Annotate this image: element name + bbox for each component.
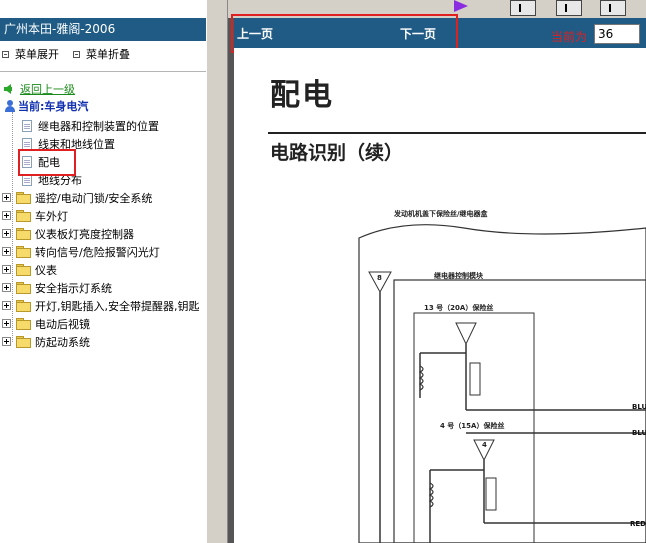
expand-plus-icon[interactable] (2, 211, 11, 220)
tree-item-label: 仪表板灯亮度控制器 (35, 227, 134, 241)
tree-folder-item[interactable]: 仪表 (0, 261, 57, 278)
flag-icon (454, 0, 468, 12)
tree-item-label: 继电器和控制装置的位置 (38, 119, 159, 133)
expand-plus-icon[interactable] (2, 319, 11, 328)
folder-icon (16, 228, 31, 240)
tree-doc-item[interactable]: 继电器和控制装置的位置 (0, 117, 159, 134)
current-page-label: 当前为 (551, 30, 588, 44)
tree-folder-item[interactable]: 遥控/电动门锁/安全系统 (0, 189, 152, 206)
user-icon (4, 99, 16, 113)
wire-label-blu-2: BLU (632, 429, 646, 437)
tree-item-label: 转向信号/危险报警闪光灯 (35, 245, 160, 259)
wire-label-blu-1: BLU (632, 403, 646, 411)
back-link-label: 返回上一级 (20, 83, 75, 96)
fuse-13-label: 13 号（20A）保险丝 (424, 303, 493, 312)
menu-expand-button[interactable]: 菜单展开 (2, 46, 59, 62)
tree-folder-item[interactable]: 电动后视镜 (0, 315, 90, 332)
expand-plus-icon[interactable] (2, 193, 11, 202)
left-tree-panel: 广州本田-雅阁-2006 菜单展开 菜单折叠 返回上一级 当前:车身电汽 继电器… (0, 0, 206, 543)
folder-icon (16, 336, 31, 348)
back-arrow-icon (4, 84, 12, 94)
fuse-box-title: 发动机机盖下保险丝/继电器盒 (393, 209, 489, 218)
expand-plus-icon[interactable] (2, 337, 11, 346)
panel-title: 广州本田-雅阁-2006 (0, 18, 206, 41)
menu-collapse-label: 菜单折叠 (86, 48, 130, 61)
tree-item-label: 安全指示灯系统 (35, 281, 112, 295)
relay-switch (485, 477, 497, 511)
expand-plus-icon[interactable] (2, 229, 11, 238)
menu-expand-label: 菜单展开 (15, 48, 59, 61)
marker-8-label: 8 (377, 274, 382, 282)
wire-label-red: RED (630, 520, 646, 528)
document-icon (22, 119, 32, 132)
relay-module-label: 继电器控制模块 (434, 271, 484, 280)
fuse-box-outline (358, 224, 646, 543)
folder-icon (16, 246, 31, 258)
first-page-icon[interactable] (510, 0, 536, 16)
folder-icon (16, 192, 31, 204)
tree-item-label: 车外灯 (35, 209, 68, 223)
menu-toolbar: 菜单展开 菜单折叠 (2, 46, 130, 62)
fuse-symbol (455, 322, 477, 346)
back-link[interactable]: 返回上一级 (4, 81, 75, 97)
relay-module-box (393, 279, 646, 543)
tree-item-label: 仪表 (35, 263, 57, 277)
document-icon (22, 137, 32, 150)
fit-page-icon[interactable] (556, 0, 582, 16)
current-node: 当前:车身电汽 (4, 98, 88, 114)
menu-collapse-button[interactable]: 菜单折叠 (73, 46, 130, 62)
folder-icon (16, 264, 31, 276)
expand-plus-icon[interactable] (2, 301, 11, 310)
folder-icon (16, 318, 31, 330)
collapse-icon (73, 50, 80, 58)
tree-folder-item[interactable]: 仪表板灯亮度控制器 (0, 225, 134, 242)
tree-folder-item[interactable]: 车外灯 (0, 207, 68, 224)
expand-plus-icon[interactable] (2, 265, 11, 274)
tree-item-label: 防起动系统 (35, 335, 90, 349)
tree-folder-item[interactable]: 转向信号/危险报警闪光灯 (0, 243, 160, 260)
expand-icon (2, 50, 9, 58)
folder-icon (16, 282, 31, 294)
tree-item-label: 开灯,钥匙插入,安全带提醒器,钥匙 (35, 299, 200, 313)
title-rule (268, 132, 646, 134)
panel-splitter[interactable] (206, 0, 228, 543)
tree-folder-item[interactable]: 安全指示灯系统 (0, 279, 112, 296)
last-page-icon[interactable] (600, 0, 626, 16)
tree-item-label: 遥控/电动门锁/安全系统 (35, 191, 153, 205)
document-title: 配电 (270, 78, 334, 113)
current-node-label: 当前:车身电汽 (18, 100, 89, 113)
circuit-diagram: 发动机机盖下保险丝/继电器盒 继电器控制模块 8 13 号（20A）保险丝 BL… (358, 209, 646, 543)
page-number-input[interactable] (594, 24, 640, 44)
selection-highlight-box (18, 149, 76, 176)
expand-plus-icon[interactable] (2, 247, 11, 256)
tree-folder-item[interactable]: 防起动系统 (0, 333, 90, 350)
expand-plus-icon[interactable] (2, 283, 11, 292)
fuse-4-label: 4 号（15A）保险丝 (440, 421, 504, 430)
marker-4-label: 4 (482, 441, 487, 449)
tree-item-label: 电动后视镜 (35, 317, 90, 331)
document-view: 配电 电路识别（续） 发动机机盖下保险丝/继电器盒 继电器控制模块 8 13 号… (234, 48, 646, 543)
relay-switch (469, 362, 481, 396)
document-subtitle: 电路识别（续） (270, 142, 404, 164)
folder-icon (16, 210, 31, 222)
folder-icon (16, 300, 31, 312)
tree-folder-item[interactable]: 开灯,钥匙插入,安全带提醒器,钥匙 (0, 297, 200, 314)
divider (0, 71, 206, 72)
